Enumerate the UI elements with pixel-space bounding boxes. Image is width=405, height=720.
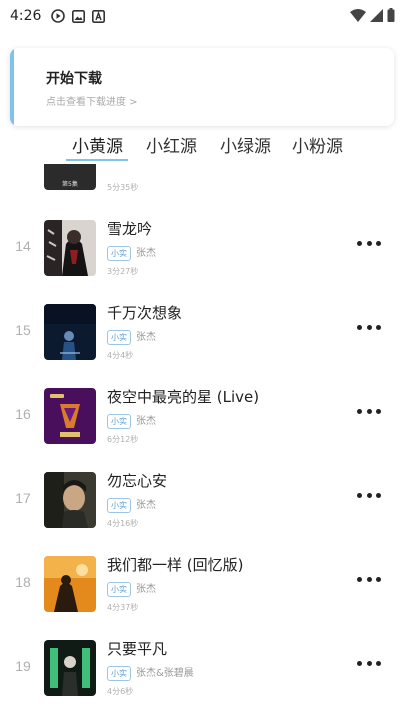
more-options-button[interactable]: [356, 482, 382, 508]
song-duration: 5分35秒: [107, 183, 139, 192]
quality-badge: 小实: [107, 582, 131, 597]
quality-badge: 小实: [107, 666, 131, 681]
song-artist: 张杰&张碧晨: [136, 668, 194, 679]
song-artist: 张杰: [136, 584, 156, 595]
song-list[interactable]: 第5集 5分35秒 14 雪龙吟 小实 张杰 3分27秒 15 千万次想象 小实…: [0, 164, 405, 720]
status-system-icons: [350, 7, 395, 26]
tab-pink-source[interactable]: 小粉源: [292, 132, 343, 157]
quality-badge: 小实: [107, 498, 131, 513]
song-title: 勿忘心安: [107, 472, 168, 490]
album-cover: [44, 388, 96, 444]
song-artist: 张杰: [136, 332, 156, 343]
song-index: 18: [15, 574, 31, 590]
song-artist: 张杰: [136, 500, 156, 511]
album-cover-label: 第5集: [62, 181, 78, 188]
wifi-icon: [350, 7, 366, 26]
more-options-button[interactable]: [356, 398, 382, 424]
tab-red-source[interactable]: 小红源: [146, 132, 197, 157]
album-cover: [44, 556, 96, 612]
source-tabs: 小黄源 小红源 小绿源 小粉源: [0, 128, 405, 164]
status-time: 4:26: [10, 8, 42, 24]
more-options-button[interactable]: [356, 650, 382, 676]
song-duration: 4分4秒: [107, 351, 134, 360]
status-notification-icons: [51, 9, 106, 23]
song-index: 19: [15, 658, 31, 674]
song-title: 雪龙吟: [107, 220, 153, 238]
list-item[interactable]: 14 雪龙吟 小实 张杰 3分27秒: [0, 210, 405, 294]
download-title: 开始下载: [46, 71, 102, 87]
cellular-signal-icon: [370, 7, 383, 26]
song-duration: 4分37秒: [107, 603, 139, 612]
song-duration: 3分27秒: [107, 267, 139, 276]
song-index: 15: [15, 322, 31, 338]
battery-icon: [387, 7, 395, 26]
active-tab-indicator: [66, 159, 128, 161]
album-cover: [44, 640, 96, 696]
song-duration: 6分12秒: [107, 435, 139, 444]
album-cover: [44, 220, 96, 276]
card-accent-bar: [10, 48, 14, 126]
song-duration: 4分16秒: [107, 519, 139, 528]
play-circle-icon: [51, 9, 66, 23]
song-artist: 张杰: [136, 416, 156, 427]
song-title: 千万次想象: [107, 304, 183, 322]
tab-yellow-source[interactable]: 小黄源: [72, 132, 123, 157]
download-progress-card[interactable]: 开始下载 点击查看下载进度 >: [10, 48, 394, 126]
song-index: 14: [15, 238, 31, 254]
list-item-partial[interactable]: 第5集 5分35秒: [0, 164, 405, 194]
quality-badge: 小实: [107, 330, 131, 345]
song-title: 夜空中最亮的星 (Live): [107, 388, 260, 406]
album-cover: [44, 304, 96, 360]
list-item[interactable]: 15 千万次想象 小实 张杰 4分4秒: [0, 294, 405, 378]
list-item[interactable]: 17 勿忘心安 小实 张杰 4分16秒: [0, 462, 405, 546]
song-title: 只要平凡: [107, 640, 168, 658]
tab-green-source[interactable]: 小绿源: [220, 132, 271, 157]
more-options-button[interactable]: [356, 230, 382, 256]
song-title: 我们都一样 (回忆版): [107, 556, 244, 574]
image-icon: [72, 9, 86, 23]
list-item[interactable]: 16 夜空中最亮的星 (Live) 小实 张杰 6分12秒: [0, 378, 405, 462]
song-index: 17: [15, 490, 31, 506]
status-bar: 4:26: [0, 0, 405, 32]
a-letter-icon: [92, 9, 106, 23]
album-cover: [44, 472, 96, 528]
list-item[interactable]: 19 只要平凡 小实 张杰&张碧晨 4分6秒: [0, 630, 405, 714]
song-duration: 4分6秒: [107, 687, 134, 696]
song-index: 16: [15, 406, 31, 422]
song-artist: 张杰: [136, 248, 156, 259]
more-options-button[interactable]: [356, 566, 382, 592]
quality-badge: 小实: [107, 246, 131, 261]
list-item[interactable]: 18 我们都一样 (回忆版) 小实 张杰 4分37秒: [0, 546, 405, 630]
more-options-button[interactable]: [356, 314, 382, 340]
download-subtitle-link[interactable]: 点击查看下载进度 >: [46, 93, 138, 108]
quality-badge: 小实: [107, 414, 131, 429]
